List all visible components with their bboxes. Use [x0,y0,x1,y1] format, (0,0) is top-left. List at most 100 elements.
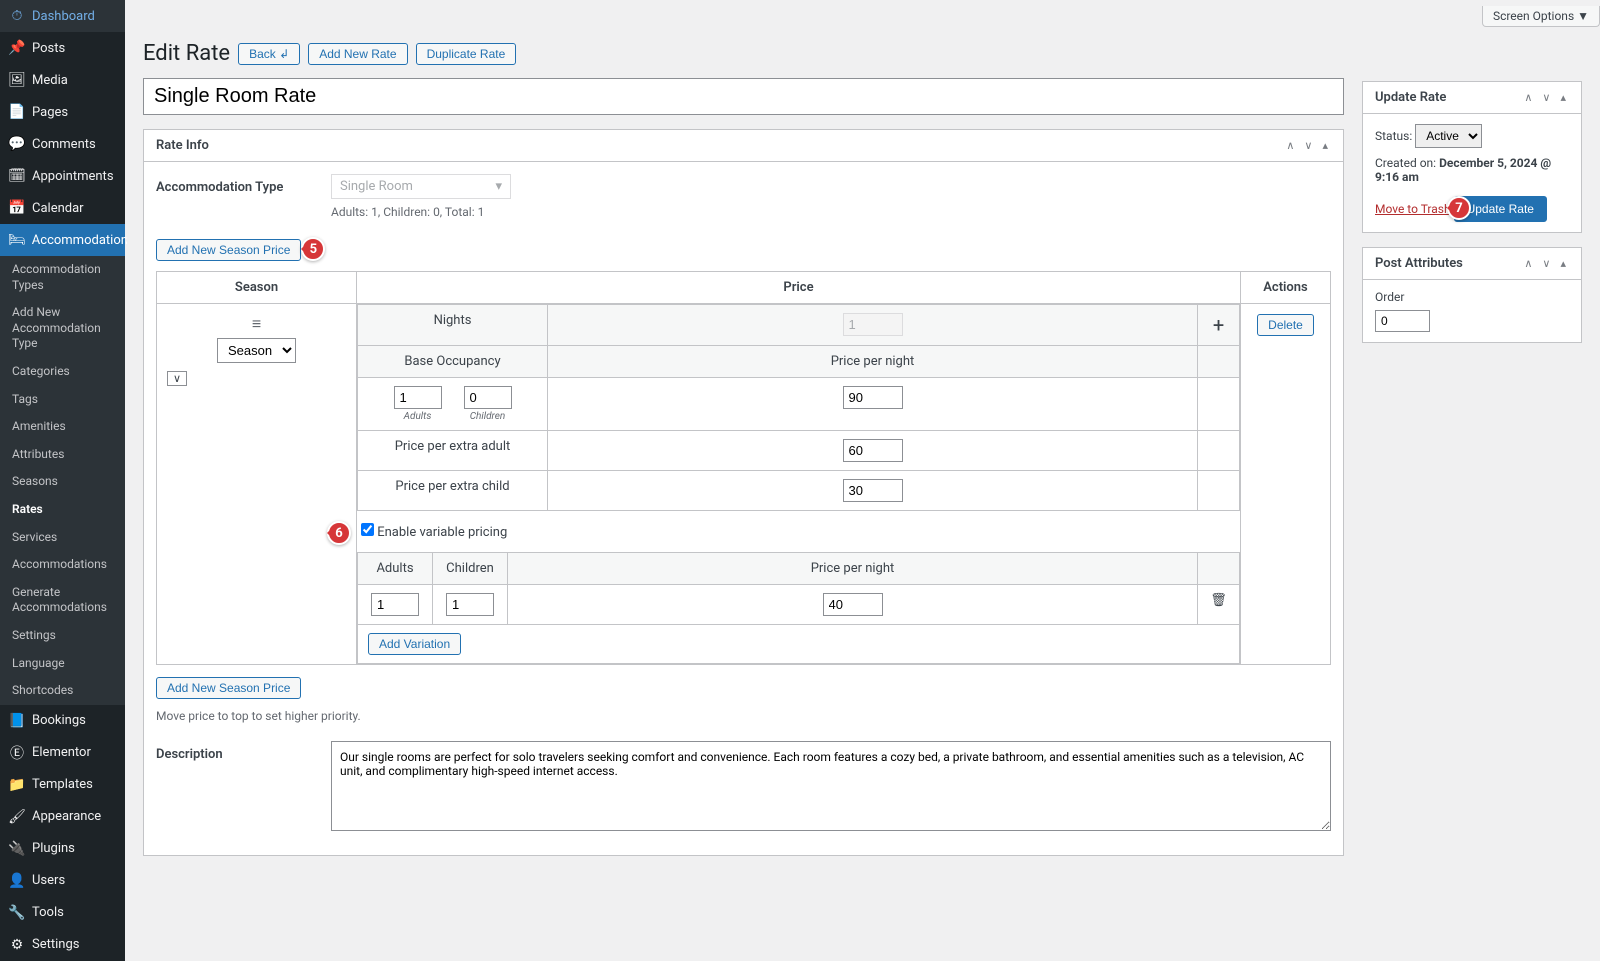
submenu-accommodations[interactable]: Accommodations [0,551,125,579]
submenu-attributes[interactable]: Attributes [0,441,125,469]
drag-handle-icon[interactable]: ≡ [167,314,346,334]
box-down-icon[interactable]: ∨ [1539,91,1553,104]
menu-media[interactable]: 🖼Media [0,64,125,96]
annotation-badge-7: 7 [1447,196,1471,220]
menu-tools[interactable]: 🔧Tools [0,897,125,929]
templates-icon: 📁 [8,776,26,794]
box-collapse-icon[interactable]: ▴ [1557,91,1569,104]
menu-pages[interactable]: 📄Pages [0,96,125,128]
submenu-generate[interactable]: Generate Accommodations [0,579,125,622]
season-select[interactable]: Season [217,338,296,363]
variation-adults-input[interactable] [371,593,419,616]
rate-title-input[interactable] [143,78,1344,115]
enable-variable-pricing-checkbox[interactable] [361,523,374,536]
variation-table: Adults Children Price per night [357,552,1240,664]
menu-calendar[interactable]: 📅Calendar [0,192,125,224]
trash-icon: 🗑 [1210,593,1227,608]
box-collapse-icon[interactable]: ▴ [1319,139,1331,152]
order-label: Order [1375,290,1569,304]
occupancy-helper: Adults: 1, Children: 0, Total: 1 [331,205,1331,219]
box-down-icon[interactable]: ∨ [1301,139,1315,152]
box-down-icon[interactable]: ∨ [1539,257,1553,270]
menu-appointments[interactable]: 🗓Appointments [0,160,125,192]
col-season: Season [157,272,357,304]
plug-icon: 🔌 [8,840,26,858]
media-icon: 🖼 [8,71,26,89]
post-attributes-box: Post Attributes ∧ ∨ ▴ Order [1362,247,1582,343]
add-season-price-button-2[interactable]: Add New Season Price [156,677,301,699]
menu-comments[interactable]: 💬Comments [0,128,125,160]
submenu-language[interactable]: Language [0,650,125,678]
extra-adult-price-input[interactable] [843,439,903,462]
box-up-icon[interactable]: ∧ [1521,91,1535,104]
rate-info-box: Rate Info ∧ ∨ ▴ Accommodation Type [143,129,1344,856]
pages-icon: 📄 [8,103,26,121]
description-textarea[interactable]: Our single rooms are perfect for solo tr… [331,741,1331,831]
row-expand-toggle[interactable]: ∨ [167,371,187,386]
sliders-icon: ⚙ [8,936,26,954]
order-input[interactable] [1375,310,1430,332]
add-new-rate-button[interactable]: Add New Rate [308,43,407,65]
update-rate-box: Update Rate ∧ ∨ ▴ Status: Active [1362,81,1582,233]
created-label: Created on: [1375,156,1436,170]
variation-children-input[interactable] [446,593,494,616]
nights-input [843,313,903,336]
menu-admin-settings[interactable]: ⚙Settings [0,929,125,961]
delete-variation-button[interactable]: 🗑 [1198,585,1240,625]
add-season-price-button[interactable]: Add New Season Price [156,239,301,261]
menu-plugins[interactable]: 🔌Plugins [0,833,125,865]
menu-bookings[interactable]: 📘Bookings [0,705,125,737]
menu-elementor[interactable]: ⒺElementor [0,737,125,769]
delete-season-price-button[interactable]: Delete [1257,314,1314,336]
move-to-trash-link[interactable]: Move to Trash [1375,202,1451,216]
col-price: Price [357,272,1241,304]
base-adults-input[interactable] [394,386,442,409]
menu-accommodation[interactable]: 🛏Accommodation [0,224,125,256]
submenu-tags[interactable]: Tags [0,386,125,414]
menu-posts[interactable]: 📌Posts [0,32,125,64]
season-price-table: Season Price Actions ≡ [156,271,1331,665]
pricing-grid: Nights + Base Occupancy Price per night [357,304,1240,511]
children-sublabel: Children [464,411,512,422]
submenu-categories[interactable]: Categories [0,358,125,386]
extra-child-price-input[interactable] [843,479,903,502]
description-label: Description [156,741,331,762]
post-attributes-title: Post Attributes [1375,256,1463,271]
accommodation-type-select: Single Room ▾ [331,174,511,199]
submenu-seasons[interactable]: Seasons [0,468,125,496]
nights-label: Nights [358,305,548,346]
submenu-amenities[interactable]: Amenities [0,413,125,441]
status-label: Status: [1375,129,1412,143]
admin-sidebar: ⏱Dashboard 📌Posts 🖼Media 📄Pages 💬Comment… [0,0,125,961]
price-per-night-label: Price per night [548,346,1198,378]
var-adults-header: Adults [358,553,433,585]
appointments-icon: 🗓 [8,167,26,185]
col-actions: Actions [1241,272,1331,304]
duplicate-rate-button[interactable]: Duplicate Rate [416,43,517,65]
menu-templates[interactable]: 📁Templates [0,769,125,801]
elementor-icon: Ⓔ [8,744,26,762]
submenu-accommodation-types[interactable]: Accommodation Types [0,256,125,299]
screen-options-toggle[interactable]: Screen Options ▼ [1482,6,1600,27]
brush-icon: 🖌 [8,808,26,826]
status-select[interactable]: Active [1415,124,1482,148]
box-up-icon[interactable]: ∧ [1283,139,1297,152]
variation-price-input[interactable] [823,593,883,616]
box-up-icon[interactable]: ∧ [1521,257,1535,270]
submenu-services[interactable]: Services [0,524,125,552]
add-variation-button[interactable]: Add Variation [368,633,461,655]
menu-appearance[interactable]: 🖌Appearance [0,801,125,833]
priority-hint: Move price to top to set higher priority… [156,709,1331,723]
submenu-settings[interactable]: Settings [0,622,125,650]
pin-icon: 📌 [8,39,26,57]
submenu-add-new-type[interactable]: Add New Accommodation Type [0,299,125,358]
menu-users[interactable]: 👤Users [0,865,125,897]
update-rate-title: Update Rate [1375,90,1446,105]
back-button[interactable]: Back ↲ [238,43,300,65]
add-nights-column[interactable]: + [1198,305,1240,346]
base-price-input[interactable] [843,386,903,409]
base-children-input[interactable] [464,386,512,409]
submenu-rates[interactable]: Rates [0,496,125,524]
box-collapse-icon[interactable]: ▴ [1557,257,1569,270]
submenu-shortcodes[interactable]: Shortcodes [0,677,125,705]
